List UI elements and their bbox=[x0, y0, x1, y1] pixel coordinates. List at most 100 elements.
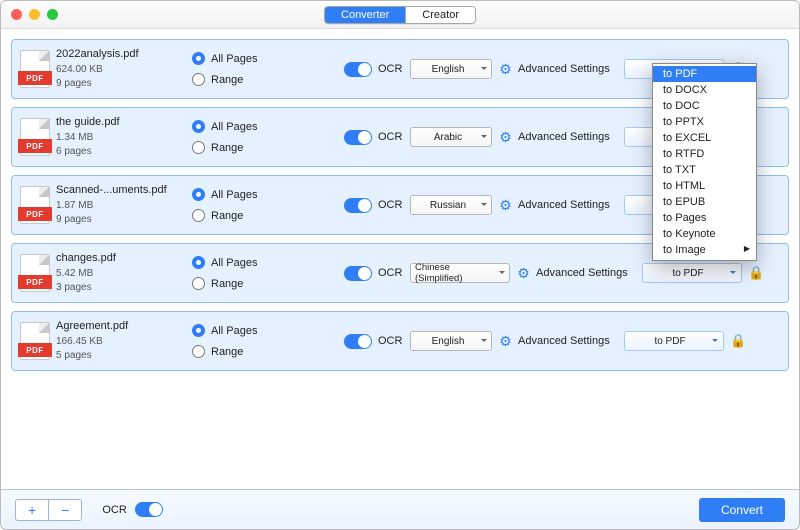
pdf-file-icon bbox=[20, 118, 50, 156]
all-pages-radio[interactable]: All Pages bbox=[192, 120, 282, 133]
file-pages: 9 pages bbox=[56, 77, 186, 91]
convert-button[interactable]: Convert bbox=[699, 498, 785, 522]
language-select[interactable]: English bbox=[410, 331, 492, 351]
fullscreen-icon[interactable] bbox=[47, 9, 58, 20]
range-label: Range bbox=[211, 142, 243, 154]
ocr-label: OCR bbox=[378, 131, 402, 143]
file-meta: changes.pdf5.42 MB3 pages bbox=[56, 251, 186, 294]
format-option[interactable]: to TXT bbox=[653, 162, 756, 178]
gear-icon: ⚙ bbox=[498, 198, 513, 213]
all-pages-radio[interactable]: All Pages bbox=[192, 52, 282, 65]
add-remove-group: + − bbox=[15, 499, 82, 521]
footer: + − OCR Convert bbox=[1, 489, 799, 529]
advanced-settings-button[interactable]: ⚙ Advanced Settings bbox=[498, 62, 618, 77]
language-select[interactable]: Arabic bbox=[410, 127, 492, 147]
range-radio[interactable]: Range bbox=[192, 73, 282, 86]
ocr-toggle[interactable] bbox=[344, 266, 372, 281]
range-label: Range bbox=[211, 74, 243, 86]
pdf-file-icon bbox=[20, 50, 50, 88]
footer-ocr-label: OCR bbox=[102, 504, 126, 516]
ocr-toggle[interactable] bbox=[344, 334, 372, 349]
ocr-group: OCR bbox=[344, 198, 404, 213]
all-pages-radio[interactable]: All Pages bbox=[192, 256, 282, 269]
all-pages-radio[interactable]: All Pages bbox=[192, 324, 282, 337]
minimize-icon[interactable] bbox=[29, 9, 40, 20]
format-option[interactable]: to Image bbox=[653, 242, 756, 258]
ocr-label: OCR bbox=[378, 63, 402, 75]
file-name: 2022analysis.pdf bbox=[56, 47, 186, 62]
format-option[interactable]: to EPUB bbox=[653, 194, 756, 210]
language-select[interactable]: English bbox=[410, 59, 492, 79]
file-name: changes.pdf bbox=[56, 251, 186, 266]
file-size: 1.34 MB bbox=[56, 131, 186, 145]
format-option[interactable]: to Keynote bbox=[653, 226, 756, 242]
advanced-settings-label: Advanced Settings bbox=[536, 267, 628, 279]
remove-file-button[interactable]: − bbox=[48, 500, 81, 520]
footer-ocr-toggle[interactable] bbox=[135, 502, 163, 517]
range-radio[interactable]: Range bbox=[192, 277, 282, 290]
all-pages-label: All Pages bbox=[211, 325, 257, 337]
gear-icon: ⚙ bbox=[498, 62, 513, 77]
range-radio[interactable]: Range bbox=[192, 209, 282, 222]
format-option[interactable]: to RTFD bbox=[653, 146, 756, 162]
page-range-group: All Pages Range bbox=[192, 188, 282, 222]
file-pages: 3 pages bbox=[56, 281, 186, 295]
format-option[interactable]: to PDF bbox=[653, 66, 756, 82]
ocr-toggle[interactable] bbox=[344, 198, 372, 213]
file-size: 166.45 KB bbox=[56, 335, 186, 349]
format-option[interactable]: to EXCEL bbox=[653, 130, 756, 146]
output-format-select[interactable]: to PDF bbox=[642, 263, 742, 283]
advanced-settings-button[interactable]: ⚙Advanced Settings bbox=[498, 334, 618, 349]
file-meta: Agreement.pdf166.45 KB5 pages bbox=[56, 319, 186, 362]
file-name: Scanned-...uments.pdf bbox=[56, 183, 186, 198]
tab-converter[interactable]: Converter bbox=[325, 7, 405, 23]
add-file-button[interactable]: + bbox=[16, 500, 48, 520]
language-select[interactable]: Russian bbox=[410, 195, 492, 215]
mode-segmented-control: Converter Creator bbox=[324, 6, 476, 24]
file-size: 5.42 MB bbox=[56, 267, 186, 281]
all-pages-label: All Pages bbox=[211, 53, 257, 65]
file-name: Agreement.pdf bbox=[56, 319, 186, 334]
lock-icon[interactable]: 🔒 bbox=[730, 333, 744, 349]
pdf-file-icon bbox=[20, 322, 50, 360]
titlebar: Converter Creator bbox=[1, 1, 799, 29]
page-range-group: All Pages Range bbox=[192, 52, 282, 86]
file-meta: Scanned-...uments.pdf1.87 MB9 pages bbox=[56, 183, 186, 226]
ocr-toggle[interactable] bbox=[344, 130, 372, 145]
file-row: Agreement.pdf166.45 KB5 pages All Pages Ra… bbox=[11, 311, 789, 371]
format-option[interactable]: to DOC bbox=[653, 98, 756, 114]
tab-creator[interactable]: Creator bbox=[405, 7, 475, 23]
pdf-file-icon bbox=[20, 186, 50, 224]
format-option[interactable]: to PPTX bbox=[653, 114, 756, 130]
advanced-settings-button[interactable]: ⚙Advanced Settings bbox=[498, 130, 618, 145]
advanced-settings-button[interactable]: ⚙Advanced Settings bbox=[498, 198, 618, 213]
advanced-settings-button[interactable]: ⚙Advanced Settings bbox=[516, 266, 636, 281]
ocr-label: OCR bbox=[378, 199, 402, 211]
close-icon[interactable] bbox=[11, 9, 22, 20]
range-label: Range bbox=[211, 278, 243, 290]
all-pages-label: All Pages bbox=[211, 189, 257, 201]
window: Converter Creator 2022analysis.pdf624.00… bbox=[0, 0, 800, 530]
ocr-group: OCR bbox=[344, 334, 404, 349]
file-name: the guide.pdf bbox=[56, 115, 186, 130]
all-pages-label: All Pages bbox=[211, 121, 257, 133]
range-radio[interactable]: Range bbox=[192, 141, 282, 154]
all-pages-radio[interactable]: All Pages bbox=[192, 188, 282, 201]
range-label: Range bbox=[211, 210, 243, 222]
file-pages: 5 pages bbox=[56, 349, 186, 363]
range-radio[interactable]: Range bbox=[192, 345, 282, 358]
range-label: Range bbox=[211, 346, 243, 358]
language-select[interactable]: Chinese (Simplified) bbox=[410, 263, 510, 283]
file-pages: 9 pages bbox=[56, 213, 186, 227]
format-option[interactable]: to HTML bbox=[653, 178, 756, 194]
gear-icon: ⚙ bbox=[498, 334, 513, 349]
format-option[interactable]: to DOCX bbox=[653, 82, 756, 98]
all-pages-label: All Pages bbox=[211, 257, 257, 269]
advanced-settings-label: Advanced Settings bbox=[518, 63, 610, 75]
file-size: 624.00 KB bbox=[56, 63, 186, 77]
format-option[interactable]: to Pages bbox=[653, 210, 756, 226]
output-format-select[interactable]: to PDF bbox=[624, 331, 724, 351]
ocr-label: OCR bbox=[378, 335, 402, 347]
lock-icon[interactable]: 🔒 bbox=[748, 265, 762, 281]
ocr-toggle[interactable] bbox=[344, 62, 372, 77]
